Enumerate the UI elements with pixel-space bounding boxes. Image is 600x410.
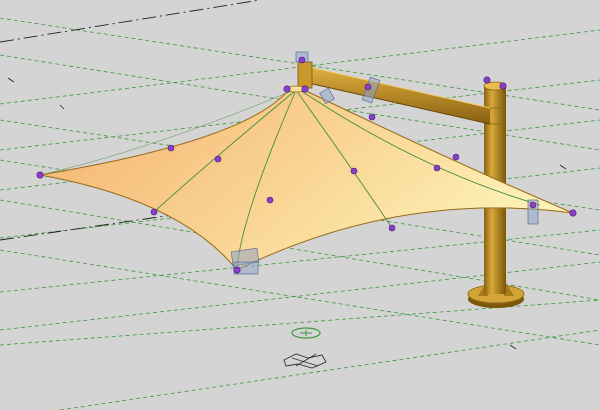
control-point[interactable] [36,171,44,179]
control-point[interactable] [364,83,372,91]
control-point[interactable] [452,153,460,161]
control-point[interactable] [150,208,158,216]
control-point[interactable] [167,144,175,152]
control-point[interactable] [233,266,241,274]
level-marker-icon [291,327,321,339]
control-point[interactable] [266,196,274,204]
control-point[interactable] [483,76,491,84]
control-point[interactable] [499,82,507,90]
control-point[interactable] [433,164,441,172]
model-viewport[interactable] [0,0,600,410]
control-point[interactable] [388,224,396,232]
control-point[interactable] [301,85,309,93]
control-point[interactable] [368,113,376,121]
control-point[interactable] [569,209,577,217]
control-point[interactable] [283,85,291,93]
control-point[interactable] [298,56,306,64]
control-point[interactable] [529,201,537,209]
control-point[interactable] [350,167,358,175]
section-marker-icon [283,353,327,369]
control-point[interactable] [214,155,222,163]
